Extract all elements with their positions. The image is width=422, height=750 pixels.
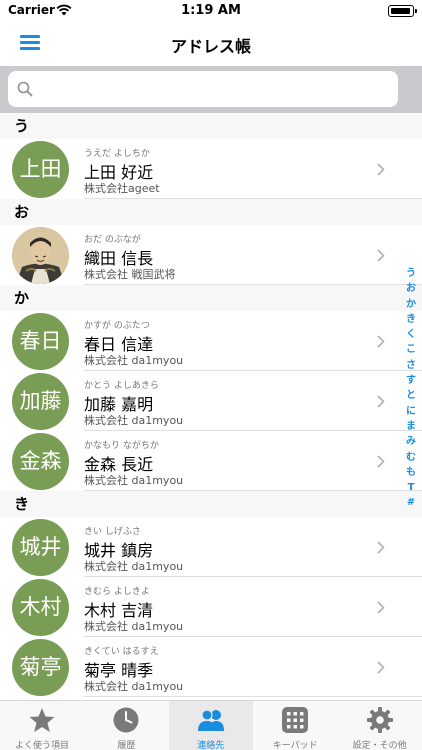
gear-icon [366, 707, 393, 733]
search-icon [17, 81, 33, 97]
section-index-item[interactable]: お [403, 281, 419, 296]
chevron-right-icon [377, 601, 385, 614]
avatar: 上田 [12, 141, 69, 198]
contact-company: 株式会社 da1myou [84, 354, 184, 367]
contact-row[interactable]: 春日 かすが のぶたつ 春日 信達 株式会社 da1myou [0, 311, 422, 371]
contact-company: 株式会社 da1myou [84, 414, 184, 427]
row-divider [84, 696, 422, 697]
section-header: う [0, 113, 422, 139]
search-bar [0, 66, 422, 113]
contact-company: 株式会社 da1myou [84, 560, 184, 573]
section-header: き [0, 491, 422, 517]
page-title: アドレス帳 [170, 37, 251, 56]
contacts-icon [197, 709, 224, 731]
section-index-item[interactable]: さ [403, 358, 419, 373]
navigation-bar: アドレス帳 [0, 22, 422, 66]
section-index-item[interactable]: か [403, 297, 419, 312]
section-header: か [0, 285, 422, 311]
chevron-right-icon [377, 661, 385, 674]
row-divider [84, 198, 422, 199]
contact-row[interactable]: 金森 かなもり ながちか 金森 長近 株式会社 da1myou [0, 431, 422, 491]
portrait-image [12, 227, 69, 284]
chevron-right-icon [377, 455, 385, 468]
chevron-right-icon [377, 541, 385, 554]
contact-company: 株式会社 da1myou [84, 620, 184, 633]
tab-label: 履歴 [117, 741, 136, 750]
row-divider [84, 490, 422, 491]
tab-label: よく使う項目 [14, 741, 69, 750]
tab-keypad[interactable]: キーパッド [253, 701, 337, 750]
contact-row[interactable]: 城井 きい しげふさ 城井 鎮房 株式会社 da1myou [0, 517, 422, 577]
contact-kana: かとう よしあきら [84, 381, 159, 391]
contact-company: 株式会社 da1myou [84, 474, 184, 487]
row-divider [84, 284, 422, 285]
avatar [12, 227, 69, 284]
contact-kana: きむら よしきよ [84, 587, 150, 597]
chevron-right-icon [377, 249, 385, 262]
search-input[interactable] [40, 78, 380, 100]
search-box[interactable] [8, 71, 398, 107]
section-index-item[interactable]: こ [403, 342, 419, 357]
status-bar: Carrier 1:19 AM [0, 0, 422, 22]
tab-star[interactable]: よく使う項目 [0, 701, 84, 750]
contact-row[interactable]: 菊亭 きくてい はるすえ 菊亭 晴季 株式会社 da1myou [0, 637, 422, 697]
tab-contacts[interactable]: 連絡先 [168, 701, 253, 750]
section-index-item[interactable]: # [403, 495, 419, 510]
chevron-right-icon [377, 335, 385, 348]
contact-company: 株式会社ageet [84, 182, 160, 195]
avatar: 城井 [12, 519, 69, 576]
contact-kana: かすが のぶたつ [84, 321, 150, 331]
contact-kana: かなもり ながちか [84, 441, 159, 451]
section-index-item[interactable]: み [403, 434, 419, 449]
battery-icon [388, 5, 417, 17]
section-index-item[interactable]: く [403, 327, 419, 342]
contact-row[interactable]: 加藤 かとう よしあきら 加藤 嘉明 株式会社 da1myou [0, 371, 422, 431]
star-icon [29, 708, 55, 732]
tab-clock[interactable]: 履歴 [84, 701, 168, 750]
tab-gear[interactable]: 設定・その他 [338, 701, 422, 750]
contact-kana: うえだ よしちか [84, 149, 150, 159]
section-header: お [0, 199, 422, 225]
contact-kana: おだ のぶなが [84, 235, 141, 245]
keypad-icon [282, 707, 309, 733]
section-index-item[interactable]: も [403, 465, 419, 480]
section-index-item[interactable]: む [403, 450, 419, 465]
contact-company: 株式会社 da1myou [84, 680, 184, 693]
tab-label: 連絡先 [197, 741, 225, 750]
section-index-item[interactable]: と [403, 388, 419, 403]
contact-kana: きくてい はるすえ [84, 647, 159, 657]
section-index[interactable]: うおかきくこさすとにまみむも T # [403, 266, 419, 511]
section-index-item[interactable]: す [403, 373, 419, 388]
avatar: 金森 [12, 433, 69, 490]
contact-list[interactable]: う上田 うえだ よしちか 上田 好近 株式会社ageet おおだ のぶなが 織田 信長 株式… [0, 113, 422, 700]
avatar: 加藤 [12, 373, 69, 430]
chevron-right-icon [377, 163, 385, 176]
contact-row[interactable]: 上田 うえだ よしちか 上田 好近 株式会社ageet [0, 139, 422, 199]
contact-row[interactable]: おだ のぶなが 織田 信長 株式会社 戦国武将 [0, 225, 422, 285]
chevron-right-icon [377, 395, 385, 408]
status-time: 1:19 AM [181, 3, 241, 18]
avatar: 木村 [12, 579, 69, 636]
contact-row[interactable]: 木村 きむら よしきよ 木村 吉清 株式会社 da1myou [0, 577, 422, 637]
avatar: 菊亭 [12, 639, 69, 696]
tab-label: 設定・その他 [352, 741, 407, 750]
contact-kana: きい しげふさ [84, 527, 141, 537]
section-index-item[interactable]: う [403, 266, 419, 281]
section-index-item[interactable]: ま [403, 419, 419, 434]
tab-label: キーパッド [272, 741, 318, 750]
clock-icon [113, 707, 139, 733]
tab-bar: よく使う項目 履歴 連絡先 キーパッド 設定・その他 [0, 700, 422, 750]
section-index-item[interactable]: に [403, 404, 419, 419]
avatar: 春日 [12, 313, 69, 370]
section-index-item[interactable]: T [403, 480, 419, 495]
battery-level [390, 7, 410, 14]
contact-company: 株式会社 戦国武将 [84, 268, 176, 281]
section-index-item[interactable]: き [403, 312, 419, 327]
